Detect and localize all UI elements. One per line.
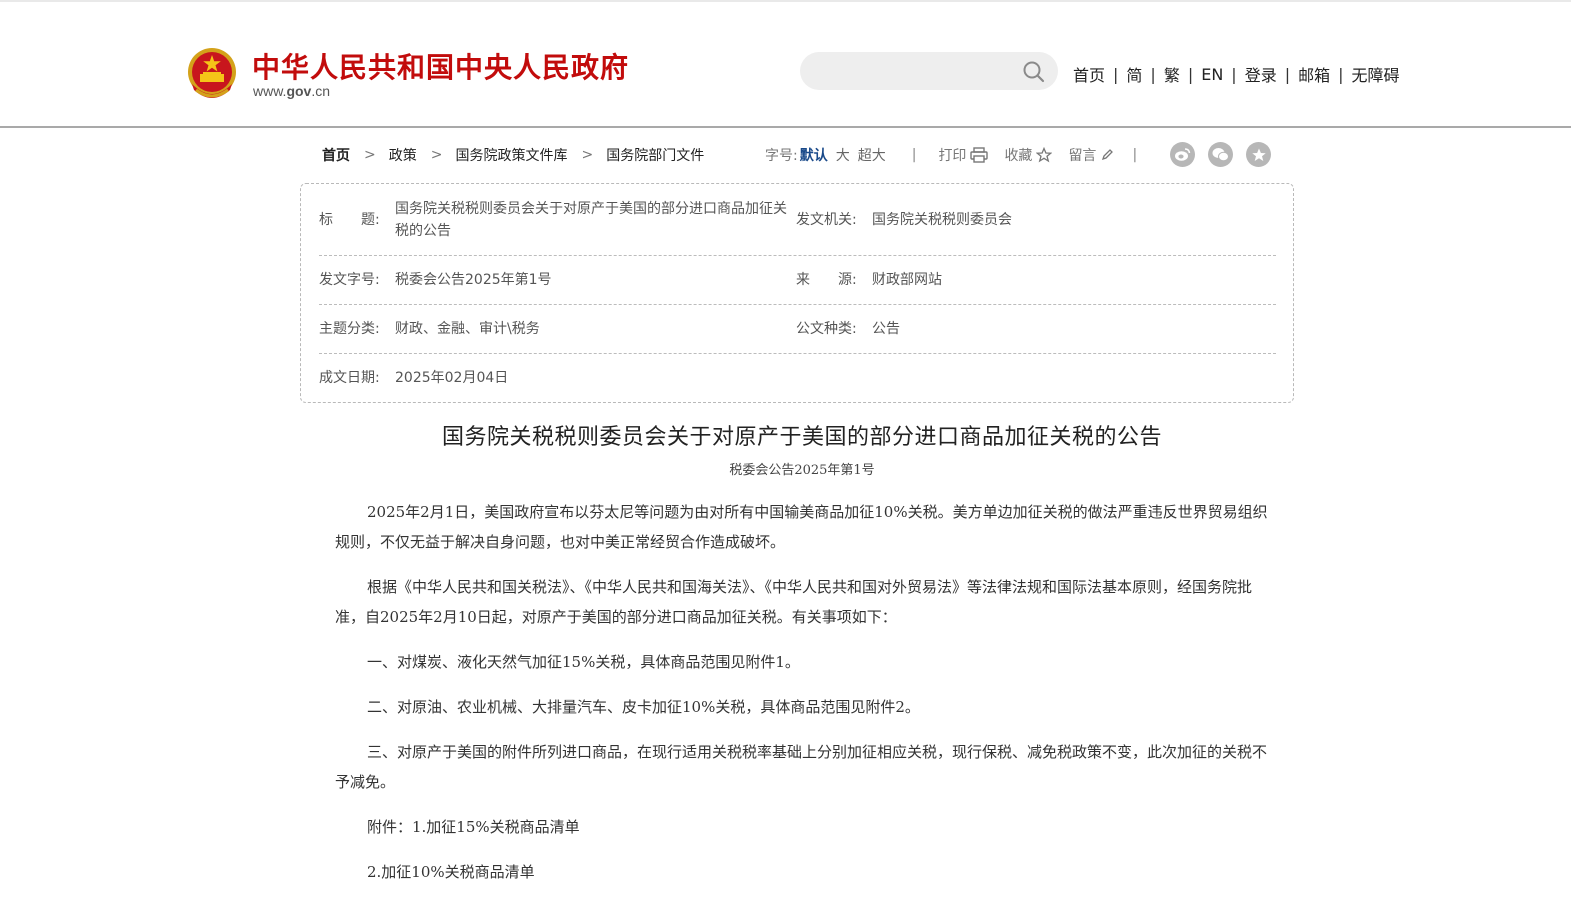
tools-separator: | (1132, 147, 1138, 163)
info-date-value: 2025年02月04日 (395, 370, 509, 386)
info-date-label: 成文日期: (319, 370, 380, 386)
font-size-large[interactable]: 大 (836, 145, 850, 165)
top-nav: 首页 | 简 | 繁 | EN | 登录 | 邮箱 | 无障碍 (1073, 62, 1400, 86)
info-title-value: 国务院关税税则委员会关于对原产于美国的部分进口商品加征关税的公告 (395, 201, 787, 239)
nav-separator: | (1113, 64, 1119, 84)
info-source-value: 财政部网站 (872, 272, 942, 288)
star-outline-icon (1036, 147, 1053, 163)
breadcrumb-home[interactable]: 首页 (322, 145, 350, 165)
pencil-icon (1102, 149, 1114, 161)
nav-accessibility[interactable]: 无障碍 (1352, 62, 1400, 86)
site-header: 中华人民共和国中央人民政府 www.gov.cn 首页 | 简 | 繁 | EN… (0, 0, 1571, 128)
wechat-icon[interactable] (1208, 142, 1233, 167)
chevron-right-icon: > (581, 147, 594, 163)
article-paragraph: 一、对煤炭、液化天然气加征15%关税，具体商品范围见附件1。 (367, 653, 800, 671)
nav-login[interactable]: 登录 (1245, 62, 1277, 86)
nav-separator: | (1187, 64, 1194, 84)
info-row: 主题分类: 财政、金融、审计\税务 公文种类: 公告 (319, 305, 1276, 354)
article-title: 国务院关税税则委员会关于对原产于美国的部分进口商品加征关税的公告 (441, 425, 1162, 450)
info-doc-no-label: 发文字号: (319, 272, 380, 288)
nav-separator: | (1284, 64, 1291, 84)
info-source-label: 来 源: (796, 272, 857, 288)
font-size-default[interactable]: 默认 (800, 145, 828, 165)
favorite-label: 收藏 (1004, 148, 1033, 164)
attachment-2-link[interactable]: 2.加征10%关税商品清单 (335, 857, 1280, 887)
chevron-right-icon: > (364, 147, 376, 163)
nav-traditional[interactable]: 繁 (1164, 62, 1180, 86)
info-issuer-label: 发文机关: (796, 212, 857, 228)
font-size-label: 字号: (765, 148, 798, 164)
info-type-label: 公文种类: (796, 321, 857, 337)
comment-label: 留言 (1068, 148, 1097, 164)
site-title[interactable]: 中华人民共和国中央人民政府 (252, 46, 629, 86)
search-icon[interactable] (1022, 60, 1046, 84)
info-title-label: 标 题: (319, 212, 380, 228)
search-box[interactable] (800, 52, 1058, 90)
nav-separator: | (1150, 64, 1156, 84)
article-paragraph: 二、对原油、农业机械、大排量汽车、皮卡加征10%关税，具体商品范围见附件2。 (367, 698, 920, 716)
search-input[interactable] (818, 56, 1018, 86)
national-emblem-icon[interactable] (186, 46, 238, 102)
breadcrumb-policy[interactable]: 政策 (389, 145, 417, 165)
article-doc-number: 税委会公告2025年第1号 (729, 463, 875, 478)
info-doc-no-value: 税委会公告2025年第1号 (395, 272, 552, 288)
nav-mailbox[interactable]: 邮箱 (1298, 62, 1330, 86)
chevron-right-icon: > (430, 147, 443, 163)
article-paragraph: 2025年2月1日，美国政府宣布以芬太尼等问题为由对所有中国输美商品加征10%关… (335, 503, 1268, 551)
nav-home[interactable]: 首页 (1073, 62, 1105, 86)
font-size-xlarge[interactable]: 超大 (858, 145, 886, 165)
site-url: www.gov.cn (253, 83, 331, 99)
info-topic-value: 财政、金融、审计\税务 (395, 321, 540, 337)
printer-icon (970, 147, 989, 163)
article-tools: 字号: 默认 大 超大 | 打印 收藏 留言 | (765, 145, 1137, 165)
breadcrumb-policy-library[interactable]: 国务院政策文件库 (455, 145, 567, 165)
favorite-star-icon[interactable] (1246, 142, 1271, 167)
breadcrumb-department-docs[interactable]: 国务院部门文件 (606, 145, 704, 165)
tools-separator: | (911, 147, 917, 163)
print-label: 打印 (938, 148, 967, 164)
info-issuer-value: 国务院关税税则委员会 (872, 212, 1012, 228)
info-row: 标 题: 国务院关税税则委员会关于对原产于美国的部分进口商品加征关税的公告 发文… (319, 184, 1276, 256)
print-button[interactable]: 打印 (938, 145, 989, 165)
info-row: 成文日期: 2025年02月04日 (319, 354, 1276, 402)
nav-simplified[interactable]: 简 (1126, 62, 1142, 86)
info-topic-label: 主题分类: (319, 321, 380, 337)
info-type-value: 公告 (872, 321, 900, 337)
attachment-1-link[interactable]: 附件：1.加征15%关税商品清单 (335, 812, 1280, 842)
article-paragraph: 三、对原产于美国的附件所列进口商品，在现行适用关税税率基础上分别加征相应关税，现… (335, 743, 1268, 791)
favorite-button[interactable]: 收藏 (1004, 145, 1053, 165)
weibo-icon[interactable] (1170, 142, 1195, 167)
comment-button[interactable]: 留言 (1068, 145, 1114, 165)
info-row: 发文字号: 税委会公告2025年第1号 来 源: 财政部网站 (319, 256, 1276, 305)
nav-separator: | (1231, 64, 1237, 84)
document-info-box: 标 题: 国务院关税税则委员会关于对原产于美国的部分进口商品加征关税的公告 发文… (300, 183, 1294, 403)
breadcrumb: 首页 > 政策 > 国务院政策文件库 > 国务院部门文件 (322, 145, 704, 165)
article-paragraph: 根据《中华人民共和国关税法》、《中华人民共和国海关法》、《中华人民共和国对外贸易… (335, 578, 1253, 626)
nav-english[interactable]: EN (1201, 65, 1223, 84)
nav-separator: | (1338, 64, 1344, 84)
